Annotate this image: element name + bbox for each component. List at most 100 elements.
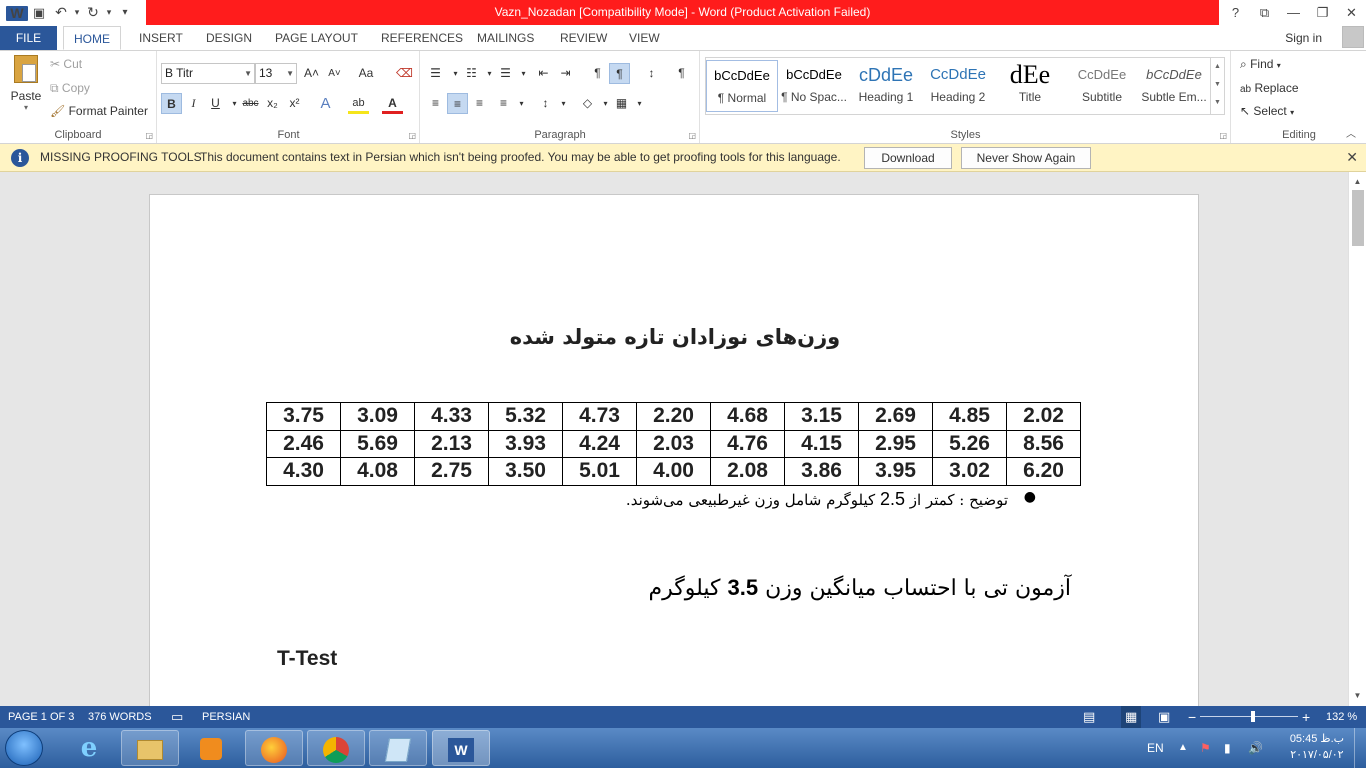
help-button[interactable]: ? bbox=[1221, 0, 1250, 25]
chevron-down-icon[interactable]: ▾ bbox=[629, 93, 650, 114]
font-color-button[interactable]: A bbox=[382, 93, 403, 114]
subscript-button[interactable]: x₂ bbox=[262, 93, 283, 114]
tab-design[interactable]: DESIGN bbox=[196, 26, 262, 50]
word-taskbar-icon[interactable]: W bbox=[432, 730, 490, 766]
table-cell[interactable]: 4.33 bbox=[414, 402, 489, 431]
table-cell[interactable]: 2.95 bbox=[858, 429, 933, 458]
align-right-icon[interactable]: ≡ bbox=[469, 93, 490, 114]
select-button[interactable]: ↖ Select ▾ bbox=[1240, 104, 1294, 118]
undo-icon[interactable]: ↶ bbox=[50, 4, 72, 21]
style-no-spacing[interactable]: bCcDdEe ¶ No Spac... bbox=[778, 60, 850, 112]
print-layout-icon[interactable]: ▦ bbox=[1121, 706, 1142, 728]
table-cell[interactable]: 2.46 bbox=[266, 429, 341, 458]
superscript-button[interactable]: x² bbox=[284, 93, 305, 114]
vertical-scrollbar[interactable]: ▲ ▼ bbox=[1348, 172, 1366, 706]
media-player-icon[interactable] bbox=[182, 730, 240, 766]
firefox-icon[interactable] bbox=[245, 730, 303, 766]
table-cell[interactable]: 2.13 bbox=[414, 429, 489, 458]
underline-button[interactable]: U bbox=[205, 93, 226, 114]
file-explorer-icon[interactable] bbox=[121, 730, 179, 766]
zoom-slider-thumb[interactable] bbox=[1250, 711, 1255, 722]
tab-file[interactable]: FILE bbox=[0, 26, 57, 50]
chevron-down-icon[interactable]: ▼ bbox=[1211, 76, 1224, 94]
find-button[interactable]: ⌕ Find ▾ bbox=[1240, 57, 1281, 72]
table-cell[interactable]: 4.08 bbox=[340, 457, 415, 486]
strikethrough-button[interactable]: abc bbox=[240, 93, 261, 114]
highlight-button[interactable]: ab bbox=[348, 93, 369, 114]
increase-indent-icon[interactable]: ⇥ bbox=[555, 63, 576, 84]
table-cell[interactable]: 2.02 bbox=[1006, 402, 1081, 431]
text-effects-button[interactable]: A bbox=[315, 93, 336, 114]
table-cell[interactable]: 3.93 bbox=[488, 429, 563, 458]
bullets-icon[interactable]: ☰ bbox=[425, 63, 446, 84]
table-cell[interactable]: 3.86 bbox=[784, 457, 859, 486]
copy-button[interactable]: ⧉ Copy bbox=[50, 81, 90, 96]
close-icon[interactable]: ✕ bbox=[1346, 144, 1358, 171]
redo-icon[interactable]: ↻ bbox=[82, 4, 104, 21]
table-cell[interactable]: 2.69 bbox=[858, 402, 933, 431]
table-cell[interactable]: 5.01 bbox=[562, 457, 637, 486]
page-count[interactable]: PAGE 1 OF 3 bbox=[8, 706, 74, 728]
replace-button[interactable]: ab Replace bbox=[1240, 81, 1299, 95]
tab-insert[interactable]: INSERT bbox=[129, 26, 193, 50]
zoom-level[interactable]: 132 % bbox=[1326, 706, 1357, 728]
language-tray[interactable]: EN bbox=[1147, 728, 1164, 768]
table-cell[interactable]: 3.95 bbox=[858, 457, 933, 486]
font-name-combo[interactable]: B Titr ▼ bbox=[161, 63, 255, 84]
proofing-icon[interactable]: ▭ bbox=[171, 706, 183, 728]
tab-page-layout[interactable]: PAGE LAYOUT bbox=[265, 26, 368, 50]
notepad-icon[interactable] bbox=[369, 730, 427, 766]
web-layout-icon[interactable]: ▣ bbox=[1158, 706, 1170, 728]
table-cell[interactable]: 6.20 bbox=[1006, 457, 1081, 486]
customize-qat-icon[interactable]: ▾ bbox=[114, 7, 136, 18]
table-cell[interactable]: 3.02 bbox=[932, 457, 1007, 486]
sort-icon[interactable]: ↕ bbox=[641, 63, 662, 84]
table-cell[interactable]: 4.76 bbox=[710, 429, 785, 458]
font-size-combo[interactable]: 13 ▼ bbox=[255, 63, 297, 84]
align-left-icon[interactable]: ≡ bbox=[425, 93, 446, 114]
scroll-up-icon[interactable]: ▲ bbox=[1349, 174, 1366, 190]
word-count[interactable]: 376 WORDS bbox=[88, 706, 152, 728]
table-cell[interactable]: 2.75 bbox=[414, 457, 489, 486]
decrease-indent-icon[interactable]: ⇤ bbox=[533, 63, 554, 84]
chevron-down-icon[interactable]: ▾ bbox=[553, 93, 574, 114]
zoom-slider[interactable] bbox=[1200, 716, 1298, 717]
collapse-ribbon-icon[interactable]: ︿ bbox=[1346, 125, 1356, 140]
scroll-down-icon[interactable]: ▼ bbox=[1349, 688, 1366, 704]
dialog-launcher-icon[interactable]: ◲ bbox=[688, 131, 696, 140]
show-desktop-button[interactable] bbox=[1354, 728, 1366, 768]
restore-button[interactable]: ❐ bbox=[1308, 0, 1337, 25]
table-cell[interactable]: 4.15 bbox=[784, 429, 859, 458]
table-cell[interactable]: 3.09 bbox=[340, 402, 415, 431]
shrink-font-button[interactable]: A˅ bbox=[324, 63, 345, 84]
network-icon[interactable]: ▮ bbox=[1224, 728, 1231, 768]
change-case-button[interactable]: Aa bbox=[352, 63, 380, 84]
table-cell[interactable]: 3.75 bbox=[266, 402, 341, 431]
table-cell[interactable]: 2.08 bbox=[710, 457, 785, 486]
table-cell[interactable]: 4.85 bbox=[932, 402, 1007, 431]
dialog-launcher-icon[interactable]: ◲ bbox=[145, 131, 153, 140]
table-cell[interactable]: 2.20 bbox=[636, 402, 711, 431]
style-subtitle[interactable]: CcDdEe Subtitle bbox=[1066, 60, 1138, 112]
start-button[interactable] bbox=[5, 730, 43, 766]
show-hidden-icons-icon[interactable]: ▲ bbox=[1178, 728, 1188, 768]
align-center-icon[interactable]: ≡ bbox=[447, 93, 468, 114]
table-cell[interactable]: 5.69 bbox=[340, 429, 415, 458]
close-button[interactable]: ✕ bbox=[1337, 0, 1366, 25]
action-center-icon[interactable]: ⚑ bbox=[1200, 728, 1211, 768]
tab-references[interactable]: REFERENCES bbox=[371, 26, 473, 50]
chevron-up-icon[interactable]: ▲ bbox=[1211, 58, 1224, 76]
volume-icon[interactable]: 🔊 bbox=[1248, 728, 1263, 768]
download-button[interactable]: Download bbox=[864, 147, 952, 169]
avatar[interactable] bbox=[1342, 26, 1364, 48]
table-cell[interactable]: 8.56 bbox=[1006, 429, 1081, 458]
tab-view[interactable]: VIEW bbox=[619, 26, 670, 50]
read-mode-icon[interactable]: ▤ bbox=[1083, 706, 1095, 728]
undo-dropdown-icon[interactable]: ▾ bbox=[72, 7, 82, 18]
table-cell[interactable]: 3.50 bbox=[488, 457, 563, 486]
table-cell[interactable]: 4.30 bbox=[266, 457, 341, 486]
ribbon-display-button[interactable]: ⧉ bbox=[1250, 0, 1279, 25]
chrome-icon[interactable] bbox=[307, 730, 365, 766]
show-formatting-icon[interactable]: ¶ bbox=[671, 63, 692, 84]
format-painter-button[interactable]: 🖌 Format Painter bbox=[50, 104, 148, 118]
